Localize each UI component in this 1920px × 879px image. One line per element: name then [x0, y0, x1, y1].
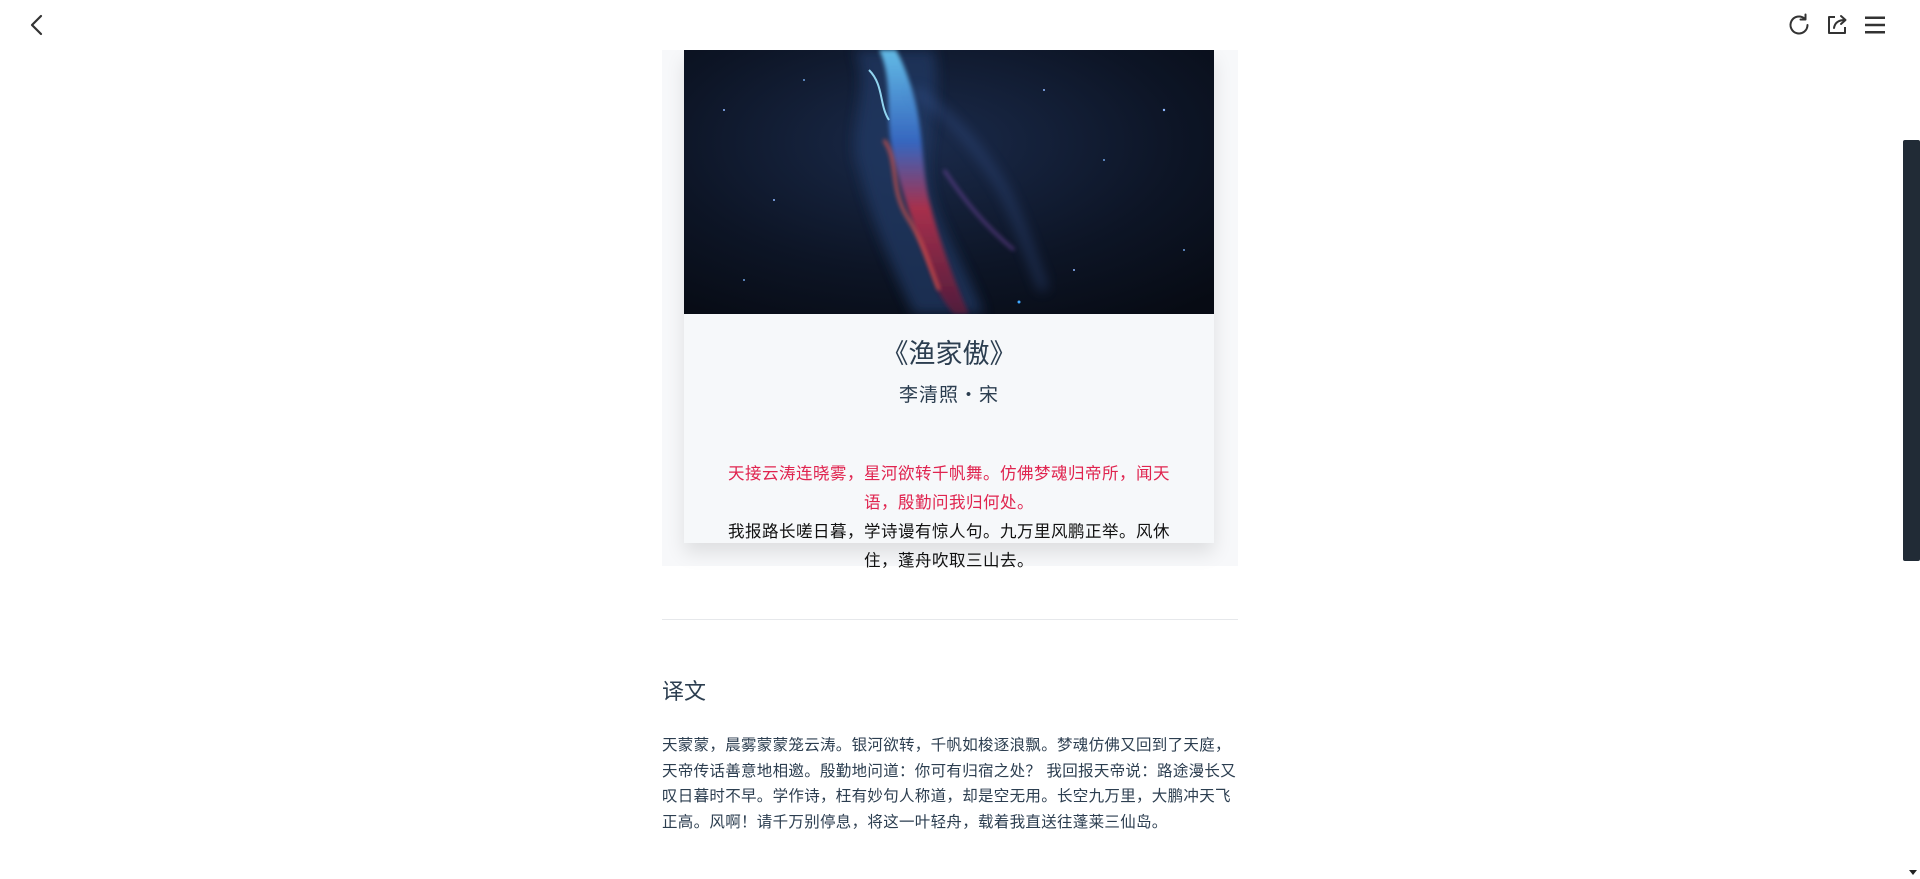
poem-line: 我报路长嗟日暮，学诗谩有惊人句。九万里风鹏正举。风休住，蓬舟吹取三山去。: [728, 522, 1170, 570]
chevron-left-icon: [30, 14, 43, 36]
scrollbar[interactable]: [1903, 0, 1920, 879]
translation-heading: 译文: [662, 680, 707, 705]
back-button[interactable]: [22, 10, 52, 40]
translation-text: 天蒙蒙，晨雾蒙蒙笼云涛。银河欲转，千帆如梭逐浪飘。梦魂仿佛又回到了天庭，天帝传话…: [662, 736, 1237, 831]
poem-card-container: 《渔家傲》 李清照・宋 天接云涛连晓雾，星河欲转千帆舞。仿佛梦魂归帝所，闻天语，…: [662, 0, 1238, 570]
top-toolbar: [0, 0, 1920, 50]
hamburger-menu-icon: [1865, 16, 1885, 34]
share-icon: [1828, 15, 1847, 34]
refresh-button[interactable]: [1784, 10, 1814, 40]
poem-author: 李清照・宋: [898, 384, 999, 406]
section-divider: [662, 619, 1238, 620]
nebula-artwork: [684, 50, 1214, 314]
menu-button[interactable]: [1860, 10, 1890, 40]
poem-highlight-line: 天接云涛连晓雾，星河欲转千帆舞。仿佛梦魂归帝所，闻天语，殷勤问我归何处。: [728, 464, 1170, 512]
scroll-down-arrow-icon[interactable]: [1909, 870, 1917, 875]
poem-title: 《渔家傲》: [881, 339, 1017, 370]
scrollbar-thumb[interactable]: [1903, 140, 1920, 561]
share-button[interactable]: [1822, 10, 1852, 40]
poem-card: 《渔家傲》 李清照・宋 天接云涛连晓雾，星河欲转千帆舞。仿佛梦魂归帝所，闻天语，…: [684, 50, 1214, 570]
refresh-icon: [1789, 13, 1809, 35]
